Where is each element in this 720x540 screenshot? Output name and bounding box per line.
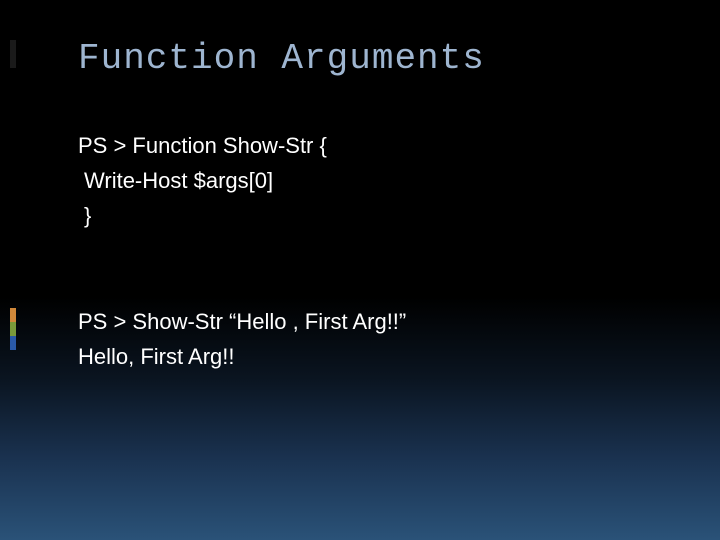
slide-title: Function Arguments bbox=[78, 38, 485, 79]
code-line-4: PS > Show-Str “Hello , First Arg!!” bbox=[78, 304, 406, 339]
accent-bar-green bbox=[10, 322, 16, 336]
top-accent-bars bbox=[10, 40, 16, 68]
side-accent-bars bbox=[10, 308, 16, 350]
accent-bar-blue bbox=[10, 336, 16, 350]
spacer bbox=[78, 234, 406, 304]
accent-bar-dark bbox=[10, 54, 16, 68]
slide-content: PS > Function Show-Str { Write-Host $arg… bbox=[78, 128, 406, 374]
code-line-3: } bbox=[78, 198, 406, 233]
code-line-2: Write-Host $args[0] bbox=[78, 163, 406, 198]
accent-bar-orange bbox=[10, 308, 16, 322]
code-line-1: PS > Function Show-Str { bbox=[78, 128, 406, 163]
accent-bar-dark bbox=[10, 40, 16, 54]
code-line-5: Hello, First Arg!! bbox=[78, 339, 406, 374]
